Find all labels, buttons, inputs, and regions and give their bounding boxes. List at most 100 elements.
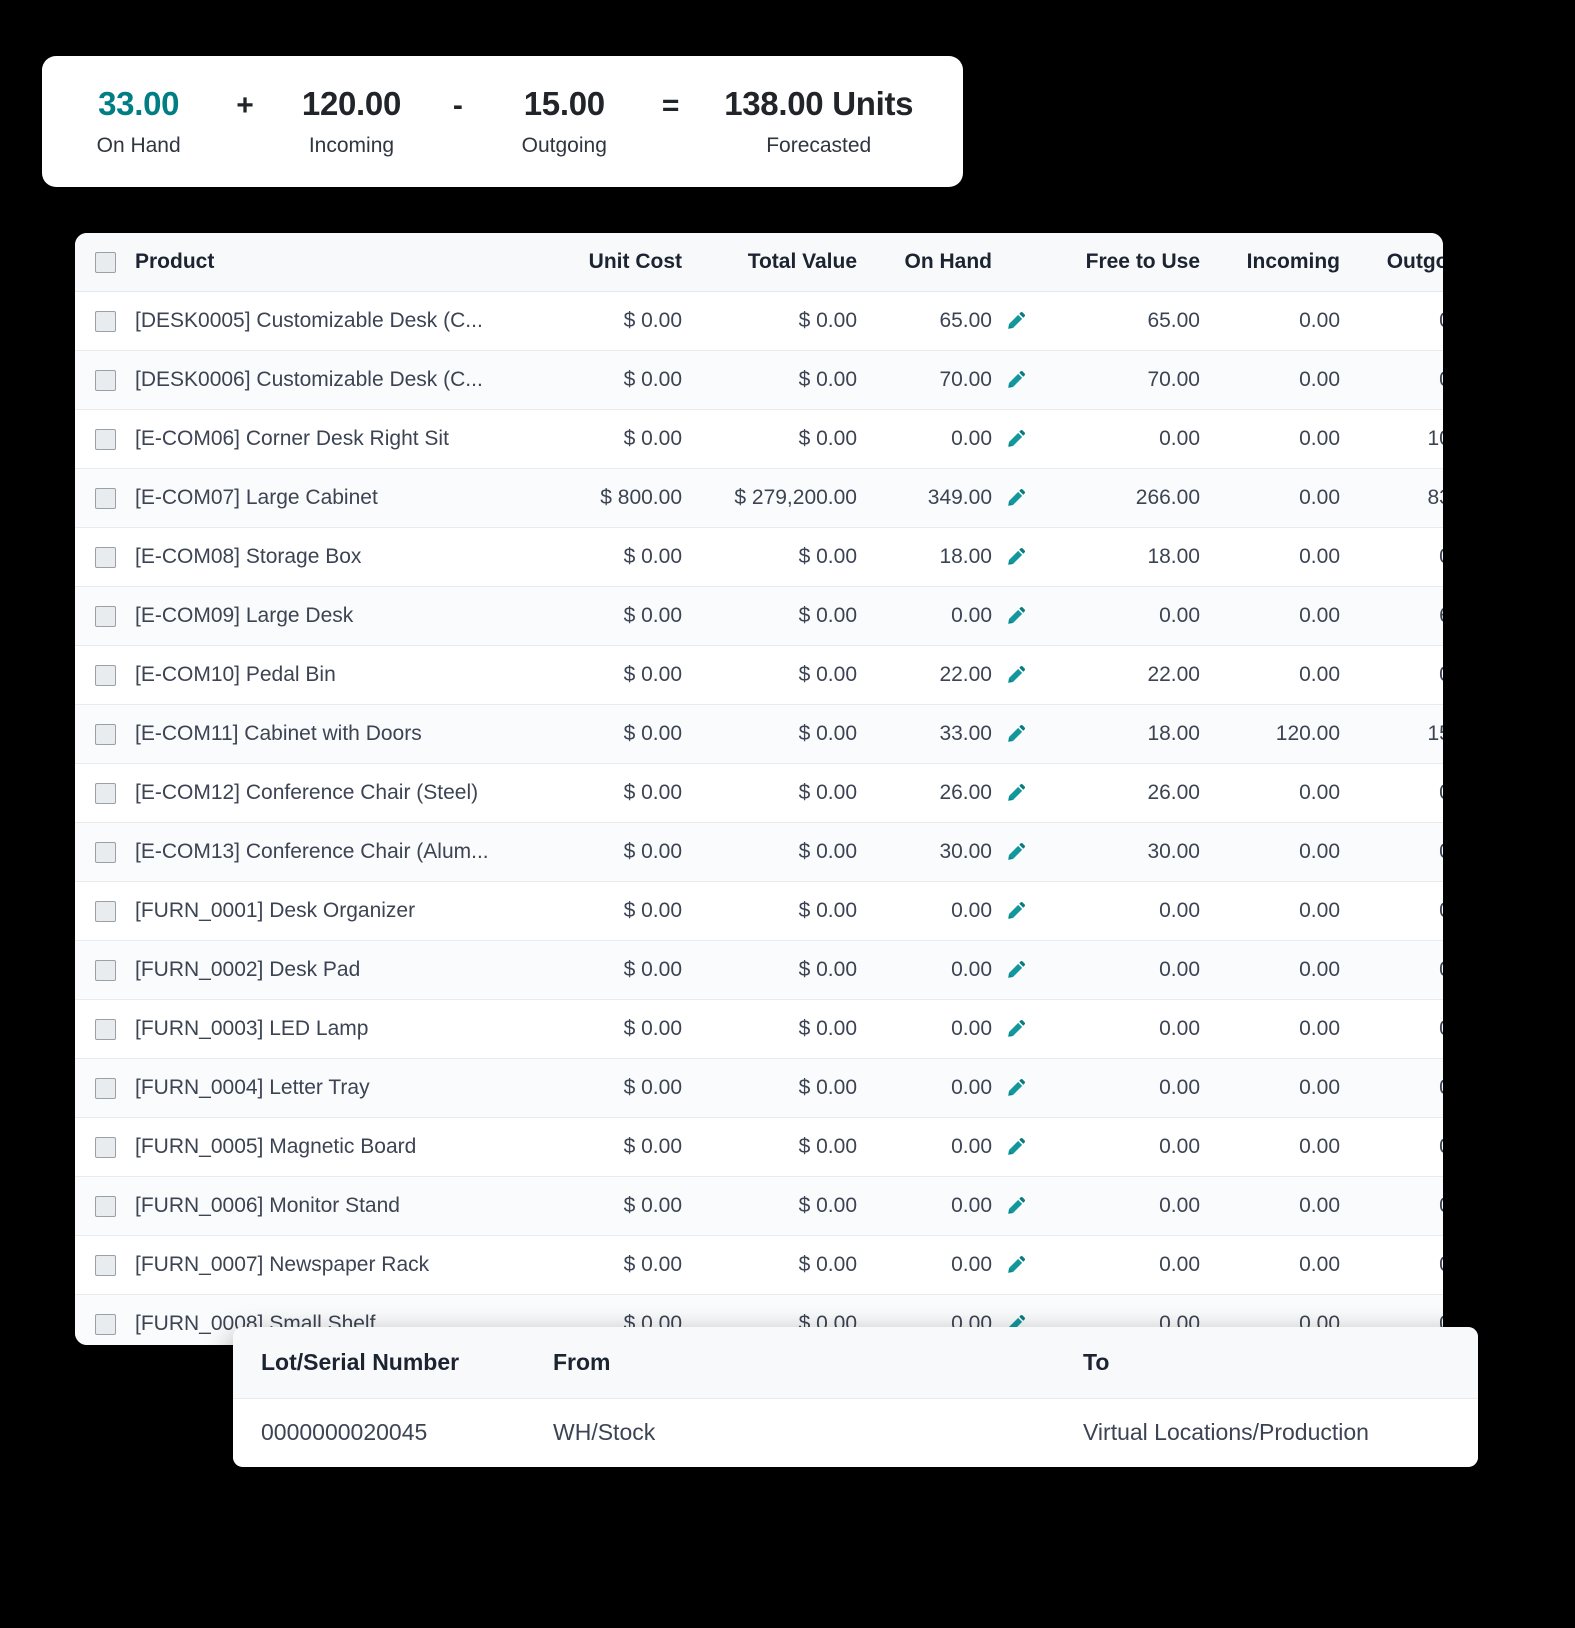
edit-on-hand-cell[interactable] [992,705,1040,764]
column-header-lot-serial-number[interactable]: Lot/Serial Number [233,1327,553,1399]
pencil-icon[interactable] [1006,547,1026,567]
column-header-outgoing[interactable]: Outgoing [1340,233,1443,292]
row-checkbox-icon[interactable] [95,1196,116,1217]
row-checkbox-icon[interactable] [95,429,116,450]
pencil-icon[interactable] [1006,724,1026,744]
row-select-cell[interactable] [75,764,127,823]
pencil-icon[interactable] [1006,901,1026,921]
row-select-cell[interactable] [75,410,127,469]
row-checkbox-icon[interactable] [95,724,116,745]
row-select-cell[interactable] [75,351,127,410]
table-row[interactable]: [FURN_0003] LED Lamp$ 0.00$ 0.000.000.00… [75,1000,1443,1059]
table-row[interactable]: [E-COM07] Large Cabinet$ 800.00$ 279,200… [75,469,1443,528]
row-checkbox-icon[interactable] [95,960,116,981]
table-row[interactable]: [E-COM09] Large Desk$ 0.00$ 0.000.000.00… [75,587,1443,646]
row-checkbox-icon[interactable] [95,1314,116,1335]
table-row[interactable]: [E-COM06] Corner Desk Right Sit$ 0.00$ 0… [75,410,1443,469]
pencil-icon[interactable] [1006,1255,1026,1275]
pencil-icon[interactable] [1006,606,1026,626]
pencil-icon[interactable] [1006,665,1026,685]
row-checkbox-icon[interactable] [95,842,116,863]
table-row[interactable]: [FURN_0006] Monitor Stand$ 0.00$ 0.000.0… [75,1177,1443,1236]
edit-on-hand-cell[interactable] [992,469,1040,528]
row-select-cell[interactable] [75,646,127,705]
row-select-cell[interactable] [75,292,127,351]
column-header-on-hand[interactable]: On Hand [857,233,992,292]
select-all-header[interactable] [75,233,127,292]
row-checkbox-icon[interactable] [95,370,116,391]
pencil-icon[interactable] [1006,783,1026,803]
row-checkbox-icon[interactable] [95,311,116,332]
table-row[interactable]: [FURN_0004] Letter Tray$ 0.00$ 0.000.000… [75,1059,1443,1118]
column-header-total-value[interactable]: Total Value [682,233,857,292]
column-header-free-to-use[interactable]: Free to Use [1040,233,1200,292]
table-row[interactable]: [E-COM13] Conference Chair (Alum...$ 0.0… [75,823,1443,882]
row-checkbox-icon[interactable] [95,488,116,509]
row-checkbox-icon[interactable] [95,606,116,627]
table-row[interactable]: [DESK0006] Customizable Desk (C...$ 0.00… [75,351,1443,410]
table-row[interactable]: [E-COM11] Cabinet with Doors$ 0.00$ 0.00… [75,705,1443,764]
column-header-from[interactable]: From [553,1327,1083,1399]
row-checkbox-icon[interactable] [95,1078,116,1099]
table-row[interactable]: [FURN_0002] Desk Pad$ 0.00$ 0.000.000.00… [75,941,1443,1000]
row-select-cell[interactable] [75,587,127,646]
row-checkbox-icon[interactable] [95,547,116,568]
row-select-cell[interactable] [75,1177,127,1236]
pencil-icon[interactable] [1006,488,1026,508]
edit-on-hand-cell[interactable] [992,587,1040,646]
edit-on-hand-cell[interactable] [992,646,1040,705]
column-header-incoming[interactable]: Incoming [1200,233,1340,292]
row-checkbox-icon[interactable] [95,783,116,804]
edit-on-hand-cell[interactable] [992,1059,1040,1118]
edit-on-hand-cell[interactable] [992,410,1040,469]
pencil-icon[interactable] [1006,1078,1026,1098]
row-checkbox-icon[interactable] [95,1255,116,1276]
row-select-cell[interactable] [75,1118,127,1177]
edit-on-hand-cell[interactable] [992,764,1040,823]
table-row[interactable]: [E-COM10] Pedal Bin$ 0.00$ 0.0022.0022.0… [75,646,1443,705]
edit-on-hand-cell[interactable] [992,1236,1040,1295]
edit-on-hand-cell[interactable] [992,292,1040,351]
column-header-unit-cost[interactable]: Unit Cost [527,233,682,292]
table-row[interactable]: [E-COM08] Storage Box$ 0.00$ 0.0018.0018… [75,528,1443,587]
pencil-icon[interactable] [1006,370,1026,390]
pencil-icon[interactable] [1006,1019,1026,1039]
pencil-icon[interactable] [1006,960,1026,980]
edit-on-hand-cell[interactable] [992,351,1040,410]
table-row[interactable]: [DESK0005] Customizable Desk (C...$ 0.00… [75,292,1443,351]
row-checkbox-icon[interactable] [95,1019,116,1040]
edit-on-hand-cell[interactable] [992,1000,1040,1059]
row-checkbox-icon[interactable] [95,1137,116,1158]
row-select-cell[interactable] [75,1236,127,1295]
edit-on-hand-cell[interactable] [992,1118,1040,1177]
pencil-icon[interactable] [1006,311,1026,331]
row-select-cell[interactable] [75,469,127,528]
column-header-product[interactable]: Product [127,233,527,292]
row-checkbox-icon[interactable] [95,665,116,686]
row-select-cell[interactable] [75,882,127,941]
row-select-cell[interactable] [75,528,127,587]
edit-on-hand-cell[interactable] [992,941,1040,1000]
pencil-icon[interactable] [1006,429,1026,449]
pencil-icon[interactable] [1006,1196,1026,1216]
pencil-icon[interactable] [1006,1137,1026,1157]
row-select-cell[interactable] [75,1059,127,1118]
row-select-cell[interactable] [75,941,127,1000]
lot-table-row[interactable]: 0000000020045WH/StockVirtual Locations/P… [233,1399,1478,1467]
row-select-cell[interactable] [75,705,127,764]
edit-on-hand-cell[interactable] [992,1177,1040,1236]
table-row[interactable]: [FURN_0007] Newspaper Rack$ 0.00$ 0.000.… [75,1236,1443,1295]
edit-on-hand-cell[interactable] [992,528,1040,587]
column-header-to[interactable]: To [1083,1327,1478,1399]
row-select-cell[interactable] [75,1000,127,1059]
row-select-cell[interactable] [75,823,127,882]
table-row[interactable]: [E-COM12] Conference Chair (Steel)$ 0.00… [75,764,1443,823]
table-row[interactable]: [FURN_0005] Magnetic Board$ 0.00$ 0.000.… [75,1118,1443,1177]
row-select-cell[interactable] [75,1295,127,1346]
row-checkbox-icon[interactable] [95,901,116,922]
edit-on-hand-cell[interactable] [992,823,1040,882]
pencil-icon[interactable] [1006,842,1026,862]
select-all-checkbox-icon[interactable] [95,252,116,273]
table-row[interactable]: [FURN_0001] Desk Organizer$ 0.00$ 0.000.… [75,882,1443,941]
edit-on-hand-cell[interactable] [992,882,1040,941]
